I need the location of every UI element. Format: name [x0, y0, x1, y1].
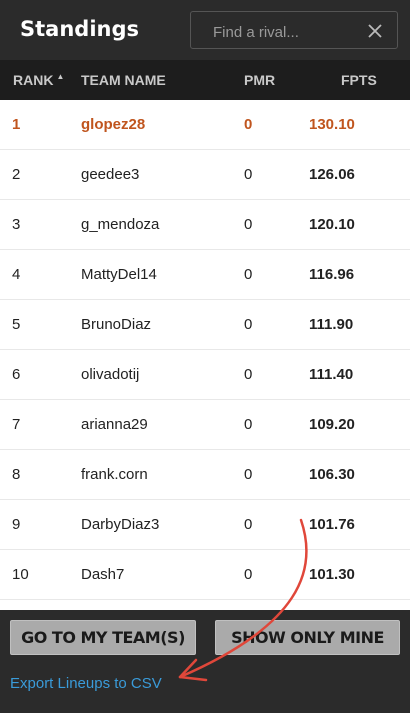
pmr-cell: 0 [244, 266, 253, 283]
standings-column-header: RANK ▲ TEAM NAME PMR FPTS [0, 60, 410, 100]
rank-cell: 4 [12, 266, 21, 283]
rank-cell: 9 [12, 516, 21, 533]
close-icon [368, 24, 382, 38]
clear-search-button[interactable] [365, 21, 385, 41]
team-name-cell[interactable]: olivadotij [81, 366, 139, 383]
footer-bar: GO TO MY TEAM(S) SHOW ONLY MINE Export L… [0, 610, 410, 713]
rank-cell: 7 [12, 416, 21, 433]
team-name-cell[interactable]: frank.corn [81, 466, 148, 483]
table-row[interactable]: 8 frank.corn 0 106.30 [0, 450, 410, 500]
pmr-cell: 0 [244, 416, 253, 433]
rank-cell: 6 [12, 366, 21, 383]
pmr-cell: 0 [244, 116, 253, 133]
pmr-cell: 0 [244, 166, 253, 183]
table-row[interactable]: 7 arianna29 0 109.20 [0, 400, 410, 450]
table-row[interactable]: 2 geedee3 0 126.06 [0, 150, 410, 200]
pmr-column-header[interactable]: PMR [244, 72, 275, 88]
fpts-cell: 126.06 [309, 166, 355, 183]
table-row[interactable]: 1 glopez28 0 130.10 [0, 100, 410, 150]
table-row[interactable]: 3 g_mendoza 0 120.10 [0, 200, 410, 250]
page-title: Standings [20, 17, 139, 41]
rank-cell: 2 [12, 166, 21, 183]
rank-cell: 10 [12, 566, 29, 583]
fpts-column-header[interactable]: FPTS [341, 72, 377, 88]
rival-search-input[interactable] [211, 20, 365, 44]
fpts-cell: 106.30 [309, 466, 355, 483]
table-row[interactable]: 5 BrunoDiaz 0 111.90 [0, 300, 410, 350]
pmr-cell: 0 [244, 216, 253, 233]
pmr-cell: 0 [244, 316, 253, 333]
table-row[interactable]: 6 olivadotij 0 111.40 [0, 350, 410, 400]
team-name-cell[interactable]: geedee3 [81, 166, 139, 183]
fpts-cell: 120.10 [309, 216, 355, 233]
team-name-cell[interactable]: MattyDel14 [81, 266, 157, 283]
rival-search-box[interactable] [190, 11, 398, 49]
table-row[interactable]: 9 DarbyDiaz3 0 101.76 [0, 500, 410, 550]
go-to-my-team-button[interactable]: GO TO MY TEAM(S) [10, 620, 196, 655]
team-column-header[interactable]: TEAM NAME [81, 72, 166, 88]
fpts-cell: 109.20 [309, 416, 355, 433]
pmr-cell: 0 [244, 516, 253, 533]
fpts-cell: 130.10 [309, 116, 355, 133]
pmr-cell: 0 [244, 366, 253, 383]
fpts-cell: 116.96 [309, 266, 355, 283]
rank-cell: 1 [12, 116, 21, 133]
team-name-cell[interactable]: glopez28 [81, 116, 145, 133]
show-only-mine-button[interactable]: SHOW ONLY MINE [215, 620, 400, 655]
sort-asc-icon: ▲ [56, 72, 65, 81]
pmr-cell: 0 [244, 566, 253, 583]
rank-column-label: RANK [13, 72, 54, 88]
rank-cell: 5 [12, 316, 21, 333]
rank-cell: 8 [12, 466, 21, 483]
table-row[interactable]: 10 Dash7 0 101.30 [0, 550, 410, 600]
fpts-cell: 111.40 [309, 366, 354, 383]
team-name-cell[interactable]: DarbyDiaz3 [81, 516, 159, 533]
standings-table: 1 glopez28 0 130.10 2 geedee3 0 126.06 3… [0, 100, 410, 610]
export-lineups-link[interactable]: Export Lineups to CSV [10, 675, 162, 692]
pmr-cell: 0 [244, 466, 253, 483]
fpts-cell: 111.90 [309, 316, 354, 333]
team-name-cell[interactable]: Dash7 [81, 566, 124, 583]
fpts-cell: 101.76 [309, 516, 355, 533]
team-name-cell[interactable]: arianna29 [81, 416, 148, 433]
rank-cell: 3 [12, 216, 21, 233]
rank-column-header[interactable]: RANK ▲ [13, 72, 64, 88]
fpts-cell: 101.30 [309, 566, 355, 583]
team-name-cell[interactable]: BrunoDiaz [81, 316, 151, 333]
header-bar: Standings [0, 0, 410, 60]
team-name-cell[interactable]: g_mendoza [81, 216, 159, 233]
table-row[interactable]: 4 MattyDel14 0 116.96 [0, 250, 410, 300]
